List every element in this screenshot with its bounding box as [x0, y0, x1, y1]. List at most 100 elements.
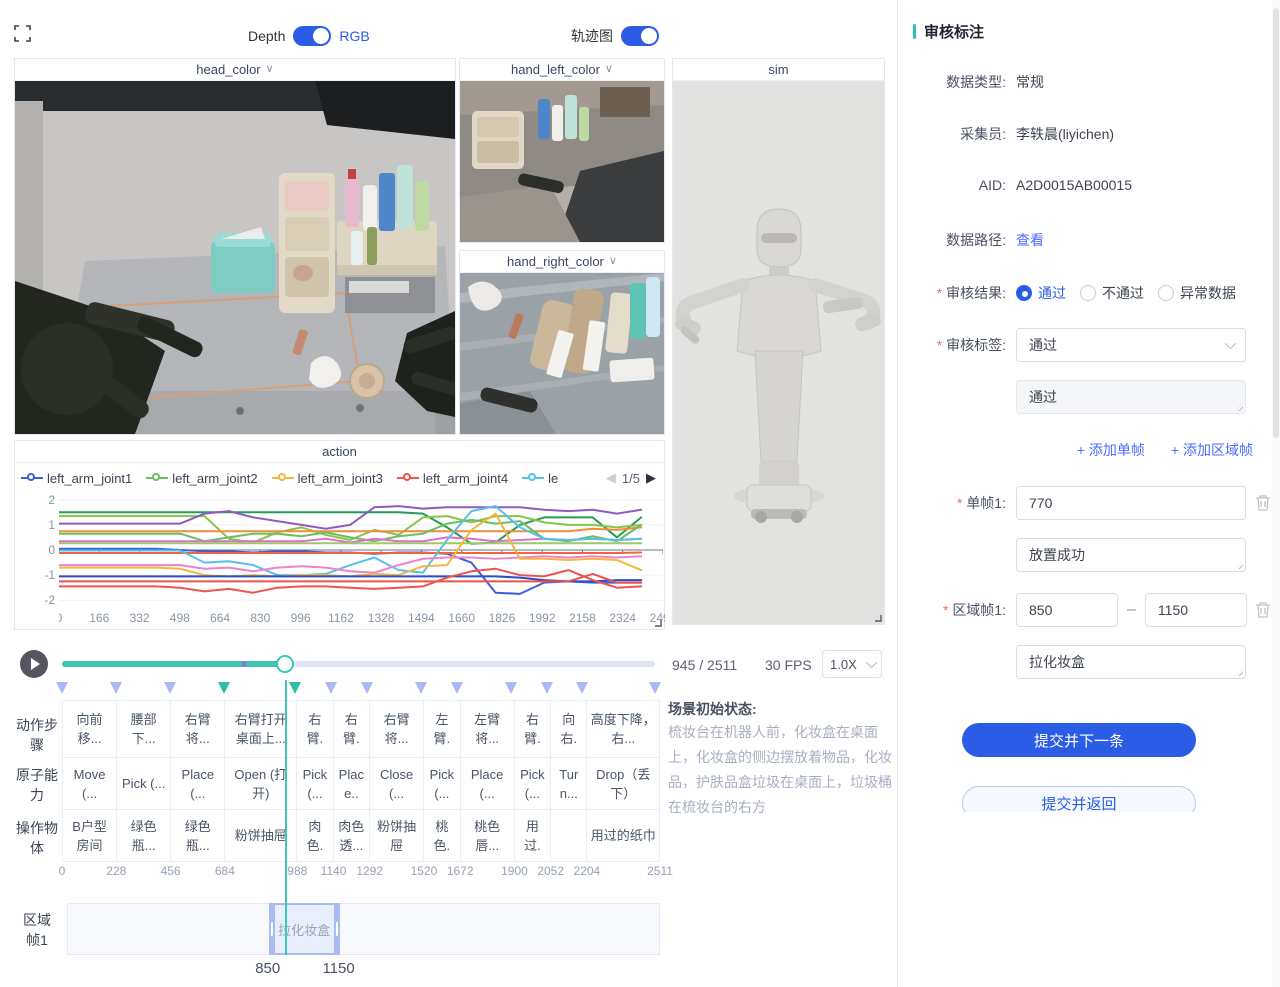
playback-slider[interactable]: [62, 661, 655, 667]
region-band[interactable]: 拉化妆盒: [269, 903, 340, 955]
chevron-down-icon[interactable]: ∨: [605, 64, 613, 75]
timeline-marker[interactable]: [164, 682, 176, 694]
add-region-frame-link[interactable]: + 添加区域帧: [1171, 440, 1253, 460]
region-frame-desc-textarea[interactable]: 拉化妆盒: [1016, 645, 1246, 679]
action-step-cell: 向前移...: [63, 701, 116, 758]
trash-icon[interactable]: [1255, 494, 1271, 512]
resize-handle-icon[interactable]: [1235, 403, 1243, 411]
single-frame-value: 770: [1029, 495, 1052, 511]
review-tag-select[interactable]: 通过: [1016, 328, 1246, 362]
legend-item-left_arm_joint3[interactable]: left_arm_joint3: [272, 471, 383, 486]
atomic-skill-cell: Drop（丢下）: [587, 758, 659, 810]
timeline-marker[interactable]: [505, 682, 517, 694]
legend-item-le[interactable]: le: [522, 471, 558, 486]
depth-rgb-toggle[interactable]: [293, 26, 331, 46]
table-column: 向右.Turn...: [551, 701, 587, 862]
radio-option-不通过[interactable]: 不通过: [1080, 283, 1144, 303]
x-tick-label: 1992: [529, 611, 556, 625]
view-link[interactable]: 查看: [1016, 230, 1044, 250]
add-single-frame-link[interactable]: + 添加单帧: [1077, 440, 1145, 460]
action-step-cell: 右臂.: [334, 701, 369, 758]
frame-axis-tick: 1900: [501, 864, 528, 878]
field-value: 李轶晨(liyichen): [1016, 124, 1114, 144]
x-tick-label: 664: [210, 611, 230, 625]
radio-option-异常数据[interactable]: 异常数据: [1158, 283, 1236, 303]
speed-select[interactable]: 1.0X: [822, 650, 882, 678]
legend-marker-icon: [21, 473, 43, 483]
object-cell: 肉色透...: [334, 810, 369, 862]
resize-handle-icon[interactable]: [1235, 668, 1243, 676]
atomic-skill-cell: Place (...: [461, 758, 514, 810]
chevron-down-icon[interactable]: ∨: [266, 64, 274, 75]
atomic-skill-cell: Turn...: [551, 758, 586, 810]
scrollbar-thumb[interactable]: [1273, 8, 1279, 438]
action-step-cell: 右臂打开桌面上...: [225, 701, 296, 758]
timeline-marker[interactable]: [325, 682, 337, 694]
resize-handle-icon[interactable]: [872, 612, 882, 622]
legend-label: left_arm_joint3: [298, 471, 383, 486]
playback-slider-handle[interactable]: [276, 655, 294, 673]
field-label: 单帧1:: [908, 493, 1006, 513]
legend-marker-icon: [146, 473, 168, 483]
x-tick-label: 1494: [408, 611, 435, 625]
legend-item-left_arm_joint2[interactable]: left_arm_joint2: [146, 471, 257, 486]
frame-axis-tick: 1520: [411, 864, 438, 878]
region-end-input[interactable]: 1150: [1145, 593, 1247, 627]
review-comment-textarea[interactable]: 通过: [1016, 380, 1246, 414]
trash-icon[interactable]: [1255, 601, 1271, 619]
rgb-label: RGB: [339, 28, 369, 44]
y-tick-label: 0: [48, 543, 55, 557]
region-start-input[interactable]: 850: [1016, 593, 1118, 627]
timeline-marker[interactable]: [56, 682, 68, 694]
timeline-marker[interactable]: [110, 682, 122, 694]
radio-icon[interactable]: [1158, 285, 1174, 301]
timeline-marker[interactable]: [541, 682, 553, 694]
legend-item-left_arm_joint4[interactable]: left_arm_joint4: [397, 471, 508, 486]
timeline-marker[interactable]: [289, 682, 301, 694]
frame-axis-tick: 1292: [356, 864, 383, 878]
submit-next-button[interactable]: 提交并下一条: [962, 723, 1196, 757]
timeline-marker[interactable]: [361, 682, 373, 694]
region-band-right-handle[interactable]: [334, 905, 340, 953]
chevron-down-icon: [866, 657, 877, 668]
timeline-marker[interactable]: [451, 682, 463, 694]
single-frame-dot[interactable]: [241, 661, 247, 667]
region-band-label: 拉化妆盒: [278, 920, 330, 939]
radio-icon[interactable]: [1080, 285, 1096, 301]
legend-next-icon[interactable]: ▶: [646, 470, 656, 486]
playback-slider-fill: [62, 661, 285, 667]
resize-handle-icon[interactable]: [652, 617, 662, 627]
object-cell: [551, 810, 586, 862]
review-comment-text: 通过: [1029, 389, 1057, 405]
radio-icon[interactable]: [1016, 285, 1032, 301]
add-frame-links: + 添加单帧 + 添加区域帧: [908, 440, 1253, 460]
timeline-marker[interactable]: [218, 682, 230, 694]
region-band-left-handle[interactable]: [269, 905, 275, 953]
action-step-cell: 高度下降，右...: [587, 701, 659, 758]
action-step-cell: 左臂将...: [461, 701, 514, 758]
region-frame-desc-row: 拉化妆盒: [908, 645, 1273, 679]
play-button[interactable]: [20, 650, 48, 678]
single-frame-desc-textarea[interactable]: 放置成功: [1016, 538, 1246, 572]
timeline-marker[interactable]: [649, 682, 661, 694]
timeline-marker[interactable]: [576, 682, 588, 694]
timeline-marker[interactable]: [415, 682, 427, 694]
region-axis-labels: 850 1150: [67, 960, 660, 978]
table-column: 右臂.Pick (...用过.: [515, 701, 551, 862]
single-frame-input[interactable]: 770: [1016, 486, 1246, 520]
radio-option-通过[interactable]: 通过: [1016, 283, 1066, 303]
resize-handle-icon[interactable]: [1235, 561, 1243, 569]
scene-title: 场景初始状态:: [668, 698, 894, 720]
trajectory-toggle[interactable]: [621, 26, 659, 46]
fullscreen-icon[interactable]: [14, 25, 31, 42]
chevron-down-icon[interactable]: ∨: [609, 256, 617, 267]
object-cell: 桃色唇...: [461, 810, 514, 862]
submit-back-button[interactable]: 提交并返回: [962, 786, 1196, 812]
legend-marker-icon: [397, 473, 419, 483]
depth-label: Depth: [248, 28, 285, 44]
legend-item-left_arm_joint1[interactable]: left_arm_joint1: [21, 471, 132, 486]
legend-prev-icon[interactable]: ◀: [606, 470, 616, 486]
trajectory-label: 轨迹图: [571, 26, 613, 46]
radio-label: 通过: [1038, 283, 1066, 303]
frame-axis-tick: 0: [59, 864, 66, 878]
